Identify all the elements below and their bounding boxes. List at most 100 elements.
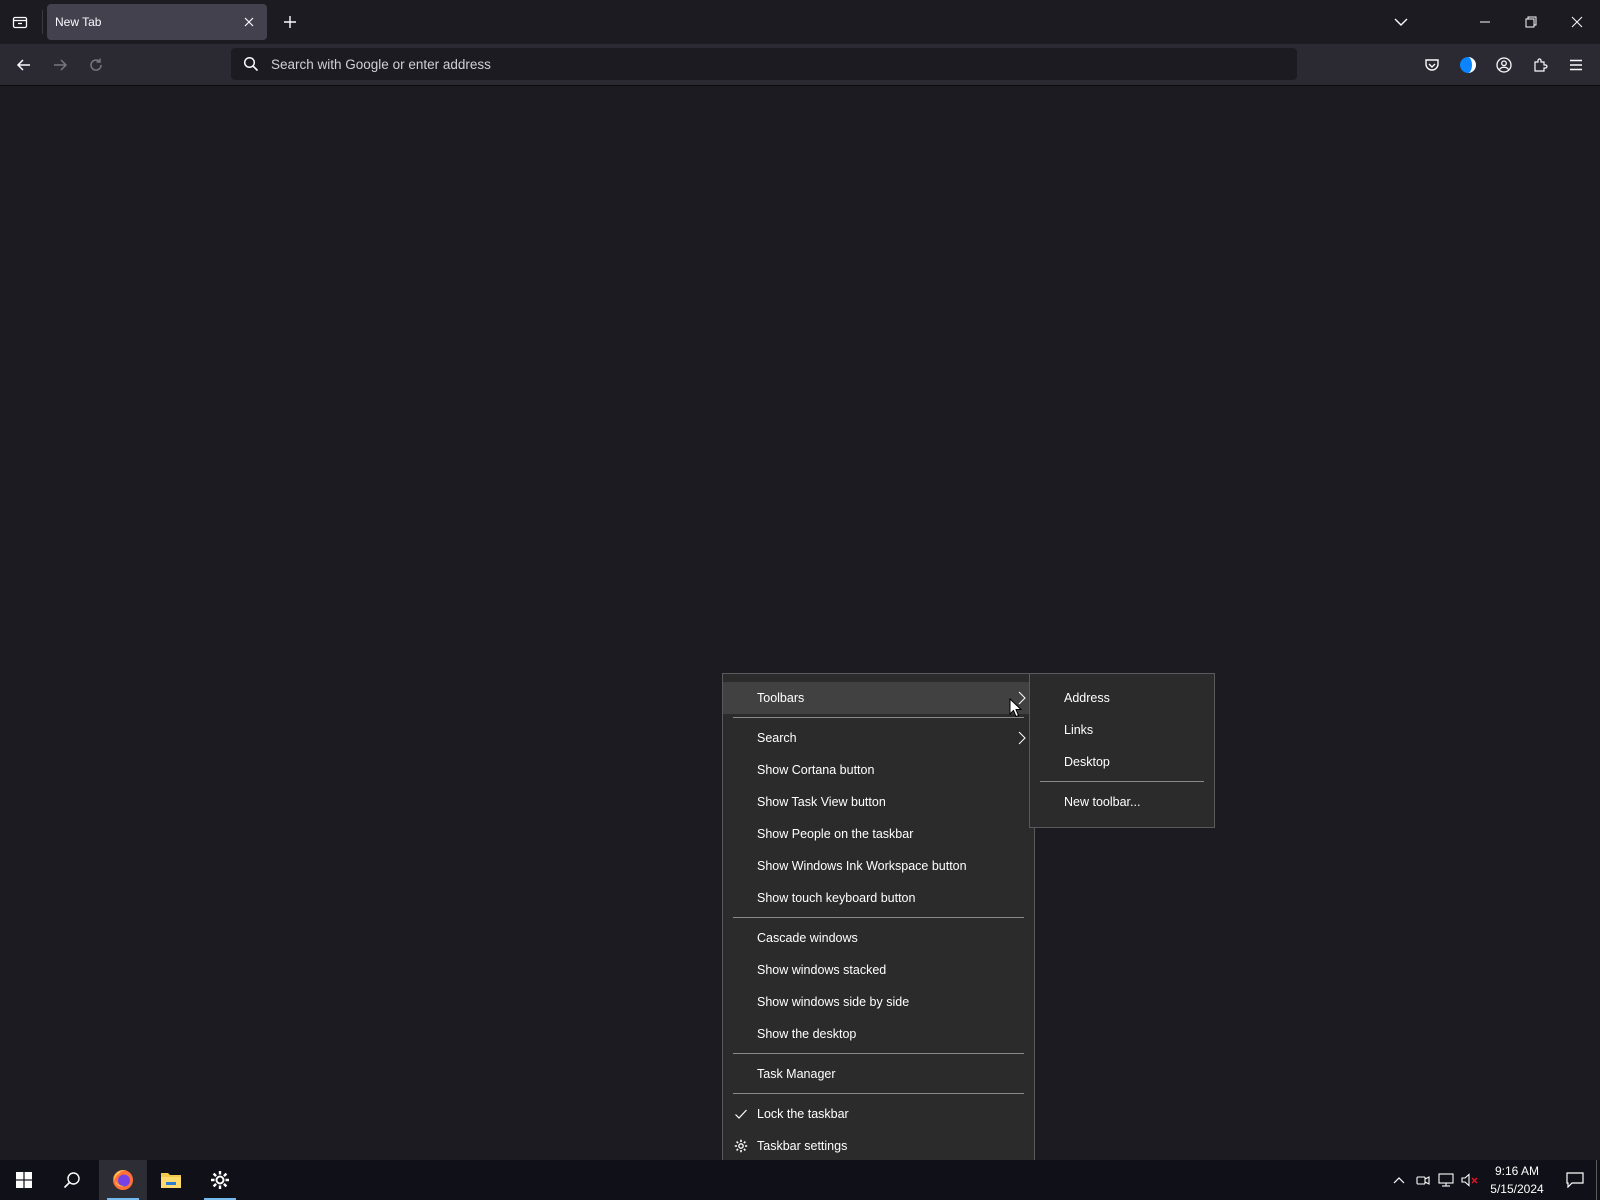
forward-button[interactable] <box>45 50 75 80</box>
extensions-button[interactable] <box>1525 50 1555 80</box>
menu-item-label: Search <box>757 731 797 745</box>
submenu-item-links[interactable]: Links <box>1030 714 1214 746</box>
meet-now-icon <box>1416 1176 1430 1185</box>
forward-arrow-icon <box>54 59 68 71</box>
submenu-item-new-toolbar[interactable]: New toolbar... <box>1030 786 1214 818</box>
menu-separator <box>1040 781 1204 782</box>
close-tab-button[interactable] <box>237 10 261 34</box>
menu-item-label: Show touch keyboard button <box>757 891 916 905</box>
menu-item-label: Show windows side by side <box>757 995 910 1009</box>
chevron-up-icon <box>1393 1177 1405 1184</box>
list-all-tabs-button[interactable] <box>6 8 34 36</box>
reload-button[interactable] <box>81 50 111 80</box>
menu-item-show-windows-stacked[interactable]: Show windows stacked <box>723 954 1034 986</box>
minimize-icon <box>1480 21 1490 23</box>
minimize-button[interactable] <box>1470 8 1500 36</box>
toolbars-submenu: Address Links Desktop New toolbar... <box>1029 673 1215 828</box>
submenu-item-address[interactable]: Address <box>1030 682 1214 714</box>
chevron-right-icon <box>1018 731 1026 745</box>
plus-icon <box>284 16 296 28</box>
menu-item-search[interactable]: Search <box>723 722 1034 754</box>
extension-button[interactable] <box>1453 50 1483 80</box>
checkmark-icon <box>735 1109 747 1119</box>
menu-item-label: Cascade windows <box>757 931 858 945</box>
account-icon <box>1496 57 1512 73</box>
menu-item-taskbar-settings[interactable]: Taskbar settings <box>723 1130 1034 1162</box>
start-button[interactable] <box>0 1160 48 1200</box>
menu-item-show-task-view-button[interactable]: Show Task View button <box>723 786 1034 818</box>
volume-muted-icon <box>1461 1173 1478 1187</box>
settings-icon <box>211 1171 229 1189</box>
menu-item-label: Task Manager <box>757 1067 836 1081</box>
taskbar-search-button[interactable] <box>48 1160 96 1200</box>
notification-icon <box>1566 1172 1584 1188</box>
menu-item-label: Show windows stacked <box>757 963 887 977</box>
menu-item-label: Show Windows Ink Workspace button <box>757 859 967 873</box>
menu-item-show-people[interactable]: Show People on the taskbar <box>723 818 1034 850</box>
new-tab-button[interactable] <box>276 8 304 36</box>
back-arrow-icon <box>16 59 30 71</box>
menu-item-label: Show Task View button <box>757 795 886 809</box>
tab-overflow-button[interactable] <box>1386 8 1416 36</box>
taskbar: 9:16 AM 5/15/2024 <box>0 1160 1600 1200</box>
menu-item-cascade-windows[interactable]: Cascade windows <box>723 922 1034 954</box>
mouse-cursor-icon <box>1009 698 1023 718</box>
taskbar-file-explorer[interactable] <box>147 1160 195 1200</box>
menu-item-task-manager[interactable]: Task Manager <box>723 1058 1034 1090</box>
menu-separator <box>733 1053 1024 1054</box>
restore-icon <box>1525 16 1537 28</box>
tray-volume[interactable] <box>1460 1170 1480 1190</box>
menu-separator <box>733 917 1024 918</box>
menu-item-show-desktop[interactable]: Show the desktop <box>723 1018 1034 1050</box>
close-window-button[interactable] <box>1562 8 1592 36</box>
tray-network[interactable] <box>1436 1170 1456 1190</box>
taskbar-firefox[interactable] <box>99 1160 147 1200</box>
search-icon <box>63 1172 80 1189</box>
menu-item-label: Links <box>1064 723 1094 737</box>
puzzle-icon <box>1534 58 1548 72</box>
taskbar-clock[interactable]: 9:16 AM 5/15/2024 <box>1484 1162 1550 1198</box>
menu-item-show-touch-keyboard[interactable]: Show touch keyboard button <box>723 882 1034 914</box>
app-menu-button[interactable] <box>1561 50 1591 80</box>
navigation-toolbar <box>0 44 1600 86</box>
restore-button[interactable] <box>1516 8 1546 36</box>
account-button[interactable] <box>1489 50 1519 80</box>
chevron-down-icon <box>1394 18 1408 26</box>
show-desktop-button[interactable] <box>1596 1160 1600 1200</box>
pocket-button[interactable] <box>1417 50 1447 80</box>
globe-extension-icon <box>1460 57 1476 73</box>
action-center-button[interactable] <box>1555 1160 1595 1200</box>
close-icon <box>244 17 254 27</box>
network-icon <box>1438 1173 1454 1187</box>
back-button[interactable] <box>9 50 39 80</box>
menu-item-lock-taskbar[interactable]: Lock the taskbar <box>723 1098 1034 1130</box>
tab-new-tab[interactable]: New Tab <box>47 4 267 40</box>
menu-item-show-windows-side-by-side[interactable]: Show windows side by side <box>723 986 1034 1018</box>
taskbar-settings[interactable] <box>196 1160 244 1200</box>
menu-item-label: Lock the taskbar <box>757 1107 849 1121</box>
search-icon <box>243 56 259 72</box>
menu-item-show-cortana-button[interactable]: Show Cortana button <box>723 754 1034 786</box>
address-bar[interactable] <box>231 48 1297 80</box>
submenu-item-desktop[interactable]: Desktop <box>1030 746 1214 778</box>
menu-item-label: Desktop <box>1064 755 1110 769</box>
menu-item-label: Show the desktop <box>757 1027 857 1041</box>
tab-bar: New Tab <box>0 0 1600 44</box>
show-hidden-icons-button[interactable] <box>1389 1170 1409 1190</box>
menu-item-label: New toolbar... <box>1064 795 1141 809</box>
menu-item-show-ink-workspace[interactable]: Show Windows Ink Workspace button <box>723 850 1034 882</box>
tabbar-separator <box>42 10 43 34</box>
close-icon <box>1571 16 1583 28</box>
start-icon <box>16 1172 32 1188</box>
tray-meet-now[interactable] <box>1413 1170 1433 1190</box>
gear-icon <box>734 1139 748 1153</box>
clock-date: 5/15/2024 <box>1490 1182 1544 1196</box>
file-explorer-icon <box>161 1173 181 1188</box>
tab-title: New Tab <box>55 15 102 29</box>
menu-item-label: Show Cortana button <box>757 763 875 777</box>
url-input[interactable] <box>271 56 1171 72</box>
menu-item-label: Toolbars <box>757 691 805 705</box>
menu-item-label: Show People on the taskbar <box>757 827 914 841</box>
pocket-icon <box>1425 59 1439 71</box>
menu-item-toolbars[interactable]: Toolbars <box>723 682 1034 714</box>
